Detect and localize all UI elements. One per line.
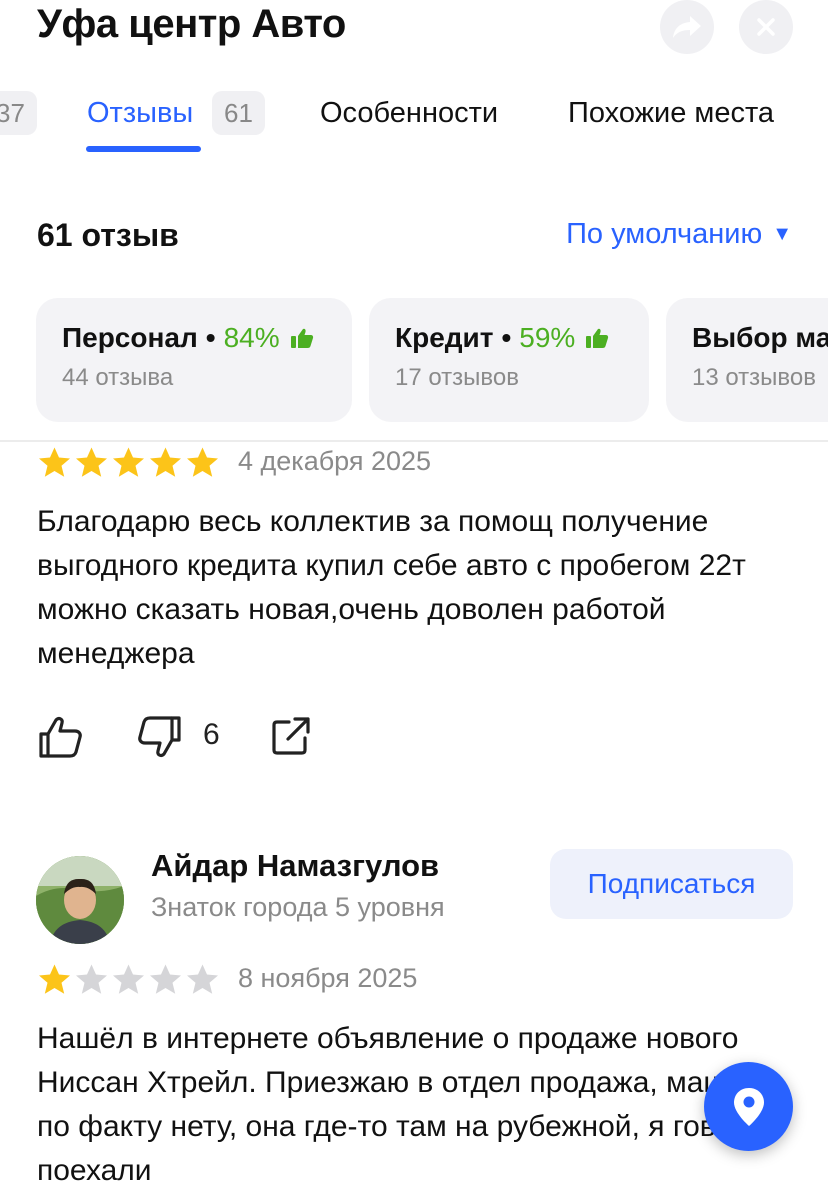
review-rating (37, 963, 220, 996)
share-review-button[interactable] (269, 714, 313, 763)
aspect-name: Кредит (395, 322, 494, 353)
aspect-chip-credit[interactable]: Кредит • 59% 17 отзывов (369, 298, 649, 422)
share-button[interactable] (660, 0, 714, 54)
star-filled-icon (187, 447, 218, 477)
map-pin-button[interactable] (704, 1062, 793, 1151)
aspect-percent: 84% (223, 322, 280, 353)
share-icon (673, 16, 701, 38)
thumbs-up-icon (290, 328, 313, 348)
tab-bar: 37 Отзывы 61 Особенности Похожие места (0, 86, 828, 156)
tab-similar-places[interactable]: Похожие места (568, 94, 774, 132)
star-filled-icon (39, 447, 70, 477)
map-pin-icon (733, 1087, 764, 1126)
like-button[interactable] (37, 714, 83, 765)
thumbs-down-icon (138, 716, 181, 758)
author-name[interactable]: Айдар Намазгулов (151, 848, 439, 884)
tab-features[interactable]: Особенности (320, 94, 498, 132)
aspect-chip-car-choice[interactable]: Выбор маши 13 отзывов (666, 298, 828, 422)
divider (0, 440, 828, 442)
star-filled-icon (76, 447, 107, 477)
tab-prev-badge[interactable]: 37 (0, 91, 37, 135)
review-rating (37, 446, 220, 479)
star-filled-icon (150, 447, 181, 477)
active-tab-indicator (86, 146, 201, 152)
star-empty-icon (150, 964, 181, 994)
aspect-name: Выбор маши (692, 322, 828, 353)
page-title: Уфа центр Авто (37, 2, 346, 46)
aspect-name: Персонал (62, 322, 198, 353)
star-filled-icon (113, 447, 144, 477)
review-date: 8 ноября 2025 (238, 963, 418, 993)
avatar-photo (36, 856, 124, 944)
subscribe-button[interactable]: Подписаться (550, 849, 793, 919)
thumbs-up-icon (586, 328, 609, 348)
aspect-count: 44 отзыва (62, 364, 174, 391)
reviews-count: 61 отзыв (37, 217, 179, 253)
aspect-count: 17 отзывов (395, 364, 520, 391)
author-level: Знаток города 5 уровня (151, 892, 445, 922)
review-author: Айдар Намазгулов Знаток города 5 уровня … (0, 840, 828, 944)
tab-reviews[interactable]: Отзывы (87, 94, 193, 132)
close-button[interactable] (739, 0, 793, 54)
star-empty-icon (187, 964, 218, 994)
tab-reviews-badge: 61 (212, 91, 265, 135)
star-empty-icon (76, 964, 107, 994)
header: Уфа центр Авто (0, 0, 828, 60)
aspect-chips: Персонал • 84% 44 отзыва Кредит • 59% 17… (0, 298, 828, 422)
caret-down-icon: ▼ (772, 223, 792, 245)
star-filled-icon (39, 964, 70, 994)
aspect-percent: 59% (519, 322, 576, 353)
aspect-chip-staff[interactable]: Персонал • 84% 44 отзыва (36, 298, 352, 422)
avatar[interactable] (36, 856, 124, 944)
reviews-count-row: 61 отзыв По умолчанию ▼ (0, 212, 828, 262)
review-text: Благодарю весь коллектив за помощ получе… (37, 505, 746, 670)
sort-label: По умолчанию (566, 218, 763, 250)
dislike-count: 6 (203, 718, 220, 751)
sort-dropdown[interactable]: По умолчанию ▼ (566, 218, 792, 251)
external-share-icon (272, 717, 310, 755)
review-text: Нашёл в интернете объявление о продаже н… (37, 1022, 783, 1187)
close-icon (757, 18, 775, 36)
dislike-button[interactable] (137, 714, 183, 765)
review-date: 4 декабря 2025 (238, 446, 432, 476)
aspect-count: 13 отзывов (692, 364, 817, 391)
thumbs-up-icon (39, 716, 82, 758)
star-empty-icon (113, 964, 144, 994)
